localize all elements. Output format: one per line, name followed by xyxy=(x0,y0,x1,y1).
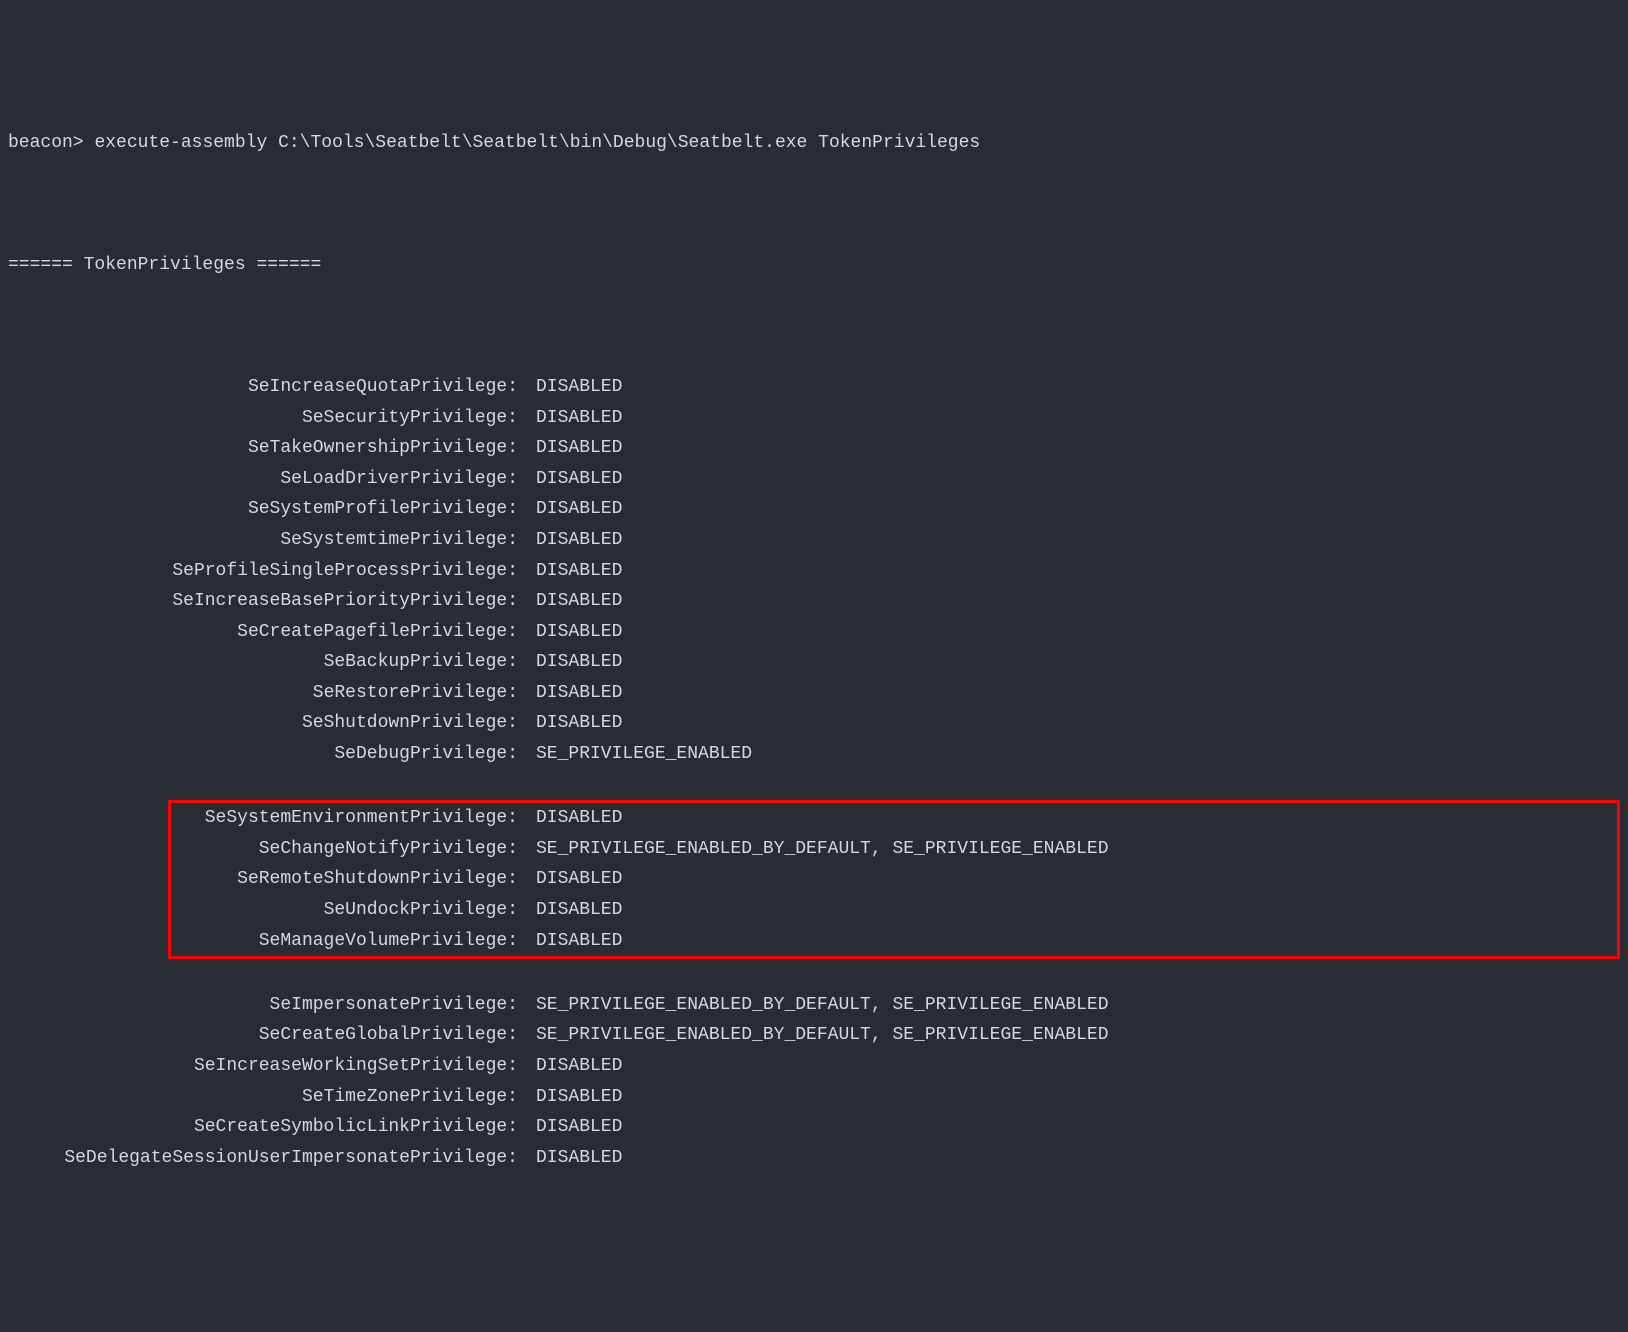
privilege-name: SeCreatePagefilePrivilege: xyxy=(8,617,518,648)
privilege-name: SeSystemtimePrivilege: xyxy=(8,525,518,556)
privilege-row: SeSystemtimePrivilege:DISABLED xyxy=(8,525,1620,556)
privilege-value: DISABLED xyxy=(518,433,622,464)
privilege-name: SeCreateGlobalPrivilege: xyxy=(8,1020,518,1051)
privilege-value: DISABLED xyxy=(518,895,622,926)
privilege-name: SeDelegateSessionUserImpersonatePrivileg… xyxy=(8,1143,518,1174)
privilege-row: SeUndockPrivilege:DISABLED xyxy=(174,895,1614,926)
privilege-name: SeSystemEnvironmentPrivilege: xyxy=(174,803,518,834)
privilege-value: DISABLED xyxy=(518,617,622,648)
privilege-name: SeDebugPrivilege: xyxy=(8,739,518,770)
privilege-value: DISABLED xyxy=(518,464,622,495)
privilege-row: SeCreateSymbolicLinkPrivilege:DISABLED xyxy=(8,1112,1620,1143)
privilege-name: SeSecurityPrivilege: xyxy=(8,403,518,434)
privilege-row: SeLoadDriverPrivilege:DISABLED xyxy=(8,464,1620,495)
privilege-name: SeProfileSingleProcessPrivilege: xyxy=(8,556,518,587)
privilege-value: DISABLED xyxy=(518,678,622,709)
command-line[interactable]: beacon> execute-assembly C:\Tools\Seatbe… xyxy=(8,128,1620,159)
privilege-value: DISABLED xyxy=(518,556,622,587)
privilege-row: SeShutdownPrivilege:DISABLED xyxy=(8,708,1620,739)
privilege-value: DISABLED xyxy=(518,1082,622,1113)
privilege-name: SeSystemProfilePrivilege: xyxy=(8,494,518,525)
privilege-row: SeIncreaseWorkingSetPrivilege:DISABLED xyxy=(8,1051,1620,1082)
privilege-value: DISABLED xyxy=(518,1051,622,1082)
blank-line xyxy=(8,311,1620,341)
privilege-row: SeSystemEnvironmentPrivilege:DISABLED xyxy=(174,803,1614,834)
privilege-row: SeChangeNotifyPrivilege:SE_PRIVILEGE_ENA… xyxy=(174,834,1614,865)
privilege-value: DISABLED xyxy=(518,926,622,957)
privilege-value: DISABLED xyxy=(518,1112,622,1143)
privilege-value: SE_PRIVILEGE_ENABLED_BY_DEFAULT, SE_PRIV… xyxy=(518,990,1109,1021)
blank-line xyxy=(8,190,1620,220)
privileges-before: SeIncreaseQuotaPrivilege:DISABLEDSeSecur… xyxy=(8,372,1620,770)
privilege-name: SeChangeNotifyPrivilege: xyxy=(174,834,518,865)
privilege-row: SeProfileSingleProcessPrivilege:DISABLED xyxy=(8,556,1620,587)
privilege-name: SeTakeOwnershipPrivilege: xyxy=(8,433,518,464)
privilege-row: SeIncreaseQuotaPrivilege:DISABLED xyxy=(8,372,1620,403)
privilege-name: SeRemoteShutdownPrivilege: xyxy=(174,864,518,895)
privilege-name: SeImpersonatePrivilege: xyxy=(8,990,518,1021)
privilege-row: SeImpersonatePrivilege:SE_PRIVILEGE_ENAB… xyxy=(8,990,1620,1021)
privilege-value: DISABLED xyxy=(518,647,622,678)
privilege-value: SE_PRIVILEGE_ENABLED_BY_DEFAULT, SE_PRIV… xyxy=(518,1020,1109,1051)
prompt-label: beacon> xyxy=(8,133,84,153)
privilege-row: SeBackupPrivilege:DISABLED xyxy=(8,647,1620,678)
privilege-row: SeSecurityPrivilege:DISABLED xyxy=(8,403,1620,434)
privilege-row: SeDebugPrivilege:SE_PRIVILEGE_ENABLED xyxy=(8,739,1620,770)
privilege-value: DISABLED xyxy=(518,1143,622,1174)
privilege-row: SeDelegateSessionUserImpersonatePrivileg… xyxy=(8,1143,1620,1174)
privilege-value: DISABLED xyxy=(518,403,622,434)
privilege-value: DISABLED xyxy=(518,586,622,617)
privilege-row: SeTakeOwnershipPrivilege:DISABLED xyxy=(8,433,1620,464)
privilege-row: SeSystemProfilePrivilege:DISABLED xyxy=(8,494,1620,525)
privilege-name: SeCreateSymbolicLinkPrivilege: xyxy=(8,1112,518,1143)
privilege-name: SeShutdownPrivilege: xyxy=(8,708,518,739)
privilege-name: SeIncreaseBasePriorityPrivilege: xyxy=(8,586,518,617)
privilege-name: SeRestorePrivilege: xyxy=(8,678,518,709)
privilege-row: SeRemoteShutdownPrivilege:DISABLED xyxy=(174,864,1614,895)
privilege-name: SeUndockPrivilege: xyxy=(174,895,518,926)
privilege-value: DISABLED xyxy=(518,372,622,403)
privilege-row: SeManageVolumePrivilege:DISABLED xyxy=(174,926,1614,957)
command-text: execute-assembly C:\Tools\Seatbelt\Seatb… xyxy=(94,133,980,153)
privilege-value: SE_PRIVILEGE_ENABLED_BY_DEFAULT, SE_PRIV… xyxy=(518,834,1109,865)
highlighted-privileges-box: SeSystemEnvironmentPrivilege:DISABLEDSeC… xyxy=(168,800,1620,959)
privilege-name: SeTimeZonePrivilege: xyxy=(8,1082,518,1113)
privilege-row: SeIncreaseBasePriorityPrivilege:DISABLED xyxy=(8,586,1620,617)
privilege-value: DISABLED xyxy=(518,708,622,739)
privilege-value: DISABLED xyxy=(518,494,622,525)
privilege-row: SeRestorePrivilege:DISABLED xyxy=(8,678,1620,709)
privilege-value: DISABLED xyxy=(518,803,622,834)
privileges-after: SeImpersonatePrivilege:SE_PRIVILEGE_ENAB… xyxy=(8,990,1620,1174)
section-header: ====== TokenPrivileges ====== xyxy=(8,250,1620,281)
privilege-value: SE_PRIVILEGE_ENABLED xyxy=(518,739,752,770)
privilege-name: SeManageVolumePrivilege: xyxy=(174,926,518,957)
privilege-row: SeTimeZonePrivilege:DISABLED xyxy=(8,1082,1620,1113)
privilege-name: SeBackupPrivilege: xyxy=(8,647,518,678)
privilege-name: SeIncreaseWorkingSetPrivilege: xyxy=(8,1051,518,1082)
privilege-name: SeLoadDriverPrivilege: xyxy=(8,464,518,495)
privilege-value: DISABLED xyxy=(518,864,622,895)
privilege-value: DISABLED xyxy=(518,525,622,556)
privilege-row: SeCreatePagefilePrivilege:DISABLED xyxy=(8,617,1620,648)
privilege-row: SeCreateGlobalPrivilege:SE_PRIVILEGE_ENA… xyxy=(8,1020,1620,1051)
privilege-name: SeIncreaseQuotaPrivilege: xyxy=(8,372,518,403)
